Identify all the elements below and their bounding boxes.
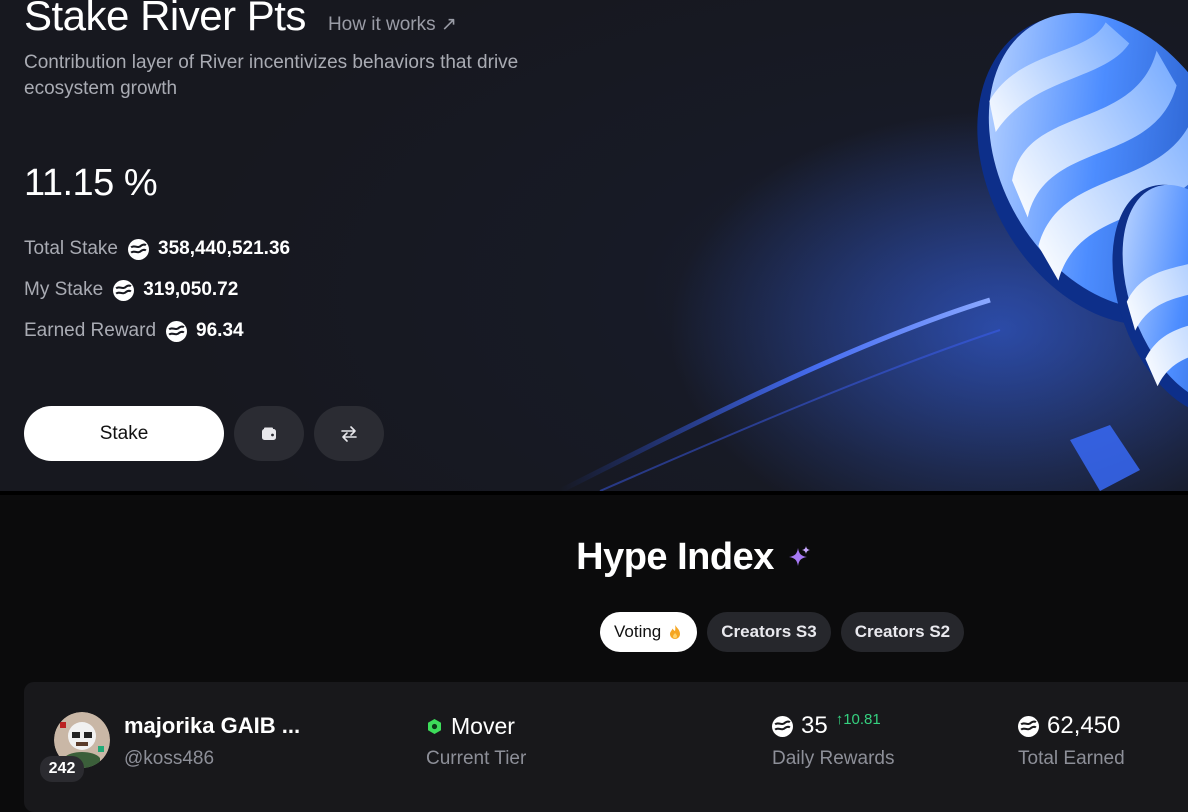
stake-button[interactable]: Stake <box>24 406 224 461</box>
total-earned-value: 62,450 <box>1047 712 1121 739</box>
hero-subtitle: Contribution layer of River incentivizes… <box>24 52 519 99</box>
rank-badge: 242 <box>40 756 84 782</box>
tab-voting[interactable]: Voting <box>600 612 698 652</box>
hype-index-header: Hype Index <box>0 536 1188 579</box>
daily-rewards-label: Daily Rewards <box>772 748 895 769</box>
user-display-name[interactable]: majorika GAIB ... <box>124 713 300 739</box>
wallet-icon <box>262 427 276 440</box>
tier-name: Mover <box>451 713 515 739</box>
tab-creators-s3[interactable]: Creators S3 <box>707 612 831 652</box>
swap-button[interactable] <box>314 406 384 461</box>
daily-rewards-change: ↑10.81 <box>835 710 881 728</box>
river-coin-icon <box>166 320 188 342</box>
total-stake-label: Total Stake <box>24 238 118 259</box>
leaderboard-row[interactable] <box>24 682 1188 812</box>
page-title: Stake River Pts <box>24 0 306 39</box>
river-coin-icon <box>128 238 149 260</box>
total-earned-row: 62,450 <box>1018 712 1120 740</box>
apy-value: 11.15 % <box>24 162 158 204</box>
section-divider <box>0 491 1188 495</box>
user-handle: @koss486 <box>124 748 215 769</box>
tier-label: Current Tier <box>426 748 527 769</box>
earned-reward-label: Earned Reward <box>24 320 157 341</box>
earned-reward-value: 96.34 <box>196 320 244 341</box>
tab-creators-s2[interactable]: Creators S2 <box>840 612 965 652</box>
wallet-button[interactable] <box>234 406 304 461</box>
earned-reward-row: Earned Reward 96.34 <box>24 320 244 342</box>
swap-arrows-icon <box>341 425 357 442</box>
stake-hero-panel: Stake River Pts How it works ↗ Contribut… <box>0 0 1188 491</box>
hype-index-title: Hype Index <box>576 536 774 578</box>
hero-title-row: Stake River Pts How it works ↗ <box>24 0 457 40</box>
tier-row: Mover <box>426 713 515 740</box>
sparkle-icon <box>788 545 810 566</box>
fire-icon <box>670 625 681 639</box>
hype-tabs: Voting Creators S3 Creators S2 <box>600 612 965 652</box>
my-stake-row: My Stake 319,050.72 <box>24 279 238 301</box>
daily-rewards-row: 35 ↑10.81 <box>772 710 881 740</box>
tier-badge-icon <box>428 719 441 734</box>
total-stake-row: Total Stake 358,440,521.36 <box>24 238 290 260</box>
river-coin-icon <box>1018 715 1039 737</box>
total-stake-value: 358,440,521.36 <box>158 238 291 259</box>
river-coin-icon <box>113 279 135 301</box>
tab-voting-label: Voting <box>614 622 662 641</box>
my-stake-value: 319,050.72 <box>143 279 239 300</box>
how-it-works-link[interactable]: How it works ↗ <box>328 13 457 36</box>
river-coin-icon <box>772 715 793 737</box>
total-earned-label: Total Earned <box>1018 748 1125 769</box>
daily-rewards-value: 35 <box>801 712 828 739</box>
my-stake-label: My Stake <box>24 279 104 300</box>
